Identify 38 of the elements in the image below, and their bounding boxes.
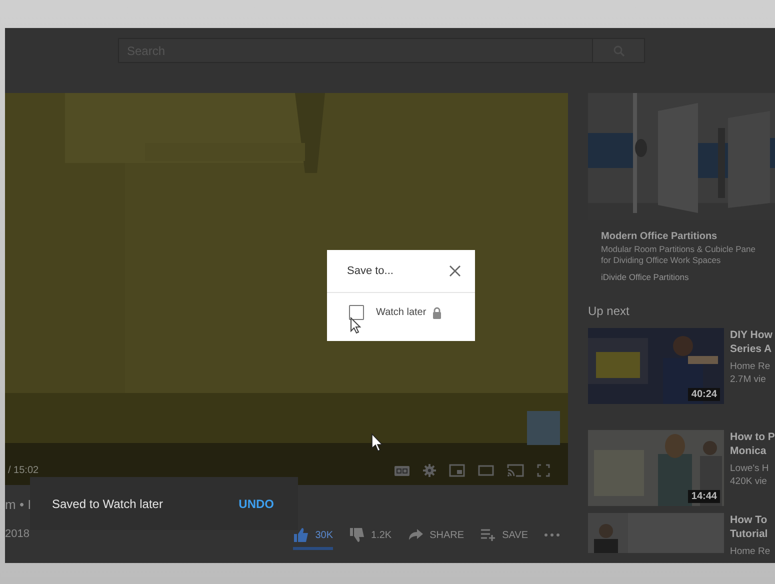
playlist-add-icon bbox=[480, 527, 496, 543]
save-button[interactable]: SAVE bbox=[480, 527, 528, 550]
section-heading: Up next bbox=[588, 304, 630, 318]
playlist-name: Watch later bbox=[376, 307, 426, 318]
ad-title[interactable]: Modern Office Partitions bbox=[601, 231, 775, 242]
theater-mode-icon[interactable] bbox=[478, 465, 494, 476]
undo-button[interactable]: UNDO bbox=[238, 496, 274, 510]
thumbs-up-icon bbox=[293, 527, 310, 543]
cursor-icon bbox=[371, 433, 384, 452]
search-button[interactable] bbox=[593, 38, 645, 63]
more-icon bbox=[544, 533, 560, 537]
thumbs-down-icon bbox=[349, 527, 366, 543]
video-title: m • I bbox=[5, 497, 32, 512]
view-count: 420K vie bbox=[730, 475, 768, 488]
channel-name: Lowe's H bbox=[730, 462, 770, 475]
video-title[interactable]: How To Tutorial bbox=[730, 513, 770, 541]
snackbar-message: Saved to Watch later bbox=[52, 496, 163, 510]
view-count: 2.7M vie bbox=[730, 373, 767, 386]
channel-name: Home Re bbox=[730, 360, 772, 373]
dislike-button[interactable]: 1.2K bbox=[349, 527, 392, 550]
dialog-title: Save to... bbox=[347, 265, 394, 277]
video-duration: 40:24 bbox=[688, 388, 720, 401]
cursor-icon bbox=[350, 317, 361, 334]
advertiser-name: iDivide Office Partitions bbox=[601, 272, 690, 282]
share-button[interactable]: SHARE bbox=[408, 527, 464, 550]
ad-description: Modular Room Partitions & Cubicle Pane for Dividing Office Work Spaces bbox=[601, 244, 756, 266]
channel-name: Home Re bbox=[730, 545, 770, 558]
miniplayer-icon[interactable] bbox=[449, 464, 465, 477]
upload-date: 2018 bbox=[5, 528, 30, 540]
captions-icon[interactable] bbox=[394, 464, 410, 476]
video-title[interactable]: DIY How Series A bbox=[730, 328, 772, 356]
cast-icon[interactable] bbox=[507, 464, 524, 477]
fullscreen-icon[interactable] bbox=[537, 464, 550, 477]
video-title[interactable]: How to P Monica bbox=[730, 430, 775, 458]
time-display: / 15:02 bbox=[8, 465, 39, 476]
settings-icon[interactable] bbox=[423, 464, 436, 477]
close-icon[interactable] bbox=[449, 265, 461, 277]
video-duration: 14:44 bbox=[688, 490, 720, 503]
